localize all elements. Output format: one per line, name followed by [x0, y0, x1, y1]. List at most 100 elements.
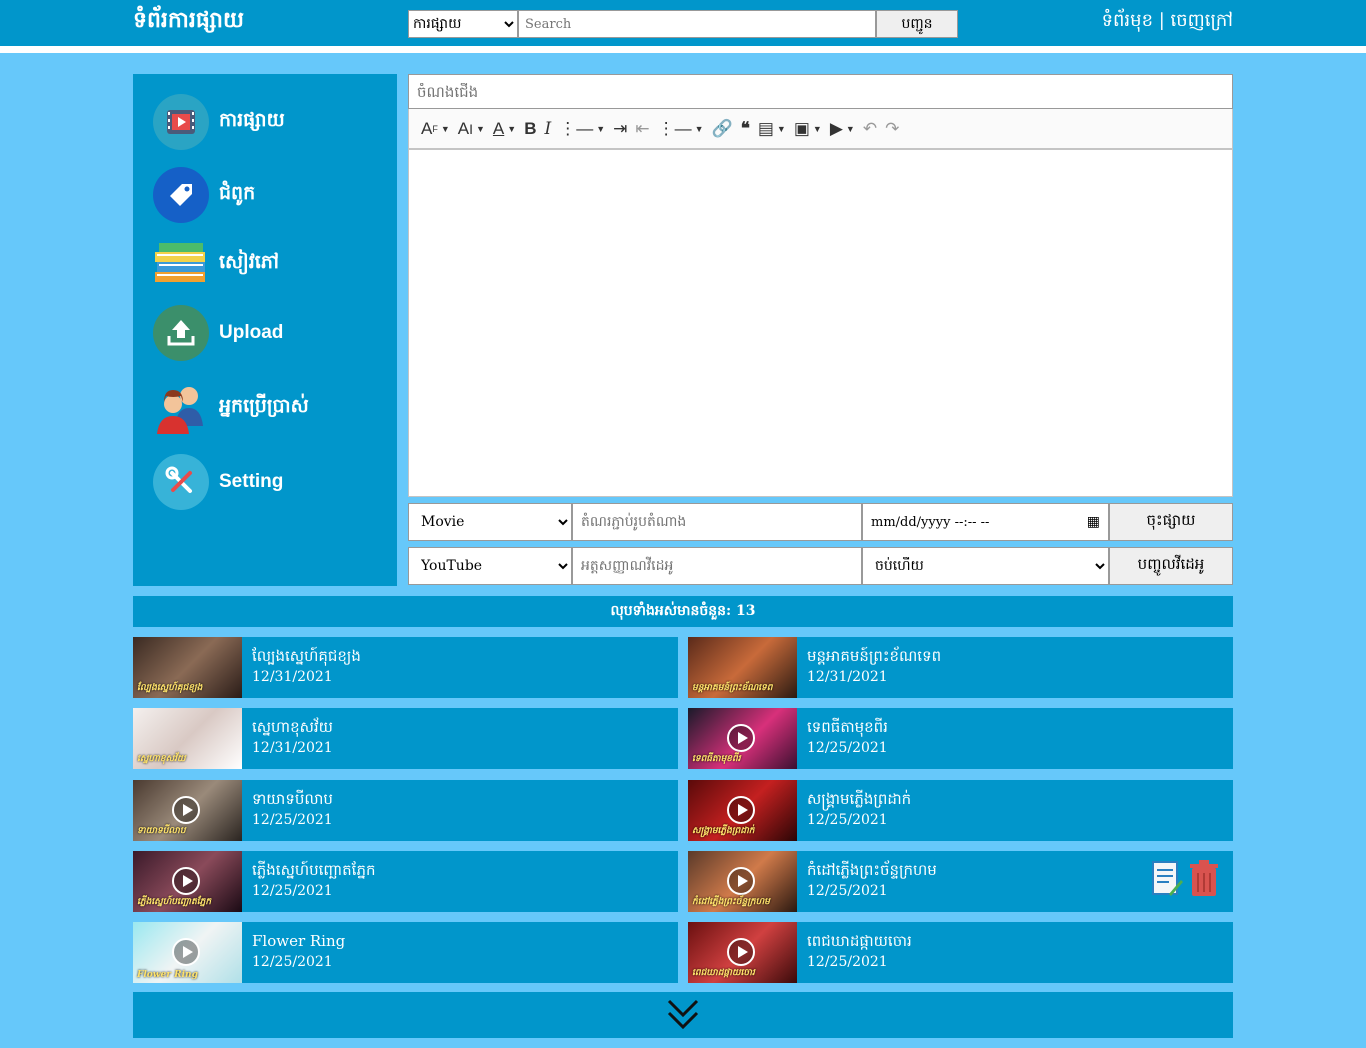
outdent-icon[interactable]: ⇤ — [631, 115, 653, 143]
video-card[interactable]: កំដៅភ្លើងព្រះច័ន្ទក្រហម កំដៅភ្លើងព្រះច័ន្… — [688, 850, 1233, 912]
bulleted-list-icon[interactable]: ⋮— ▼ — [555, 115, 609, 143]
sidebar-item-books[interactable]: សៀវភៅ — [153, 236, 279, 292]
video-title[interactable]: ល្បែងស្នេហ៍គុជខ្យង — [252, 647, 361, 669]
double-chevron-down-icon — [667, 999, 699, 1030]
sidebar-item-label: Upload — [219, 322, 284, 343]
edit-icon[interactable] — [1151, 860, 1183, 898]
indent-icon[interactable]: ⇥ — [609, 115, 631, 143]
sidebar-item-setting[interactable]: Setting — [153, 454, 283, 510]
status-select[interactable]: ចប់ហើយ — [862, 547, 1109, 585]
tag-icon — [153, 167, 209, 223]
play-icon — [172, 795, 200, 824]
video-title[interactable]: ទេពធីតាមុខពីរ — [807, 718, 888, 740]
post-count-bar[interactable]: លុបទាំងអស់មានចំនួន: 13 — [133, 596, 1233, 627]
video-date: 12/31/2021 — [252, 740, 333, 757]
sidebar-item-categories[interactable]: ជំពូក — [153, 167, 255, 223]
publish-button[interactable]: ចុះផ្សាយ — [1109, 503, 1233, 541]
video-card[interactable]: Flower Ring Flower Ring 12/25/2021 — [133, 922, 678, 984]
video-id-input[interactable] — [572, 547, 862, 585]
sidebar-item-label: ជំពូក — [219, 183, 256, 204]
video-title[interactable]: Flower Ring — [252, 932, 345, 950]
card-actions — [1151, 859, 1219, 898]
search-input[interactable] — [518, 10, 876, 38]
home-logout-links[interactable]: ទំព័រមុខ | ចេញក្រៅ — [1097, 8, 1233, 35]
video-source-select[interactable]: YouTube — [408, 547, 572, 585]
video-thumbnail[interactable]: ស្នេហាខុសវ័យ — [133, 708, 242, 770]
video-thumbnail[interactable]: ទេពធីតាមុខពីរ — [688, 708, 797, 770]
sidebar-item-upload[interactable]: Upload — [153, 305, 283, 361]
video-date: 12/25/2021 — [807, 882, 888, 899]
video-card[interactable]: ទេពធីតាមុខពីរ ទេពធីតាមុខពីរ 12/25/2021 — [688, 708, 1233, 770]
content-editor[interactable] — [408, 149, 1233, 497]
video-thumbnail[interactable]: Flower Ring — [133, 922, 242, 984]
navbar-divider — [0, 46, 1366, 53]
video-thumbnail[interactable]: កំដៅភ្លើងព្រះច័ន្ទក្រហម — [688, 850, 797, 912]
video-thumbnail[interactable]: សង្គ្រាមភ្លើងព្រដាក់ — [688, 779, 797, 841]
video-date: 12/25/2021 — [252, 811, 333, 828]
video-card[interactable]: ទាយាទបីលាប ទាយាទបីលាប 12/25/2021 — [133, 779, 678, 841]
video-thumbnail[interactable]: មន្តអាគមន៍ព្រះខ័ណទេព — [688, 637, 797, 698]
numbered-list-icon[interactable]: ⋮— ▼ — [654, 115, 708, 143]
thumbnail-caption: សង្គ្រាមភ្លើងព្រដាក់ — [692, 825, 755, 836]
italic-icon[interactable]: I — [540, 115, 555, 143]
undo-icon[interactable]: ↶ — [859, 115, 881, 143]
play-icon — [172, 866, 200, 895]
video-thumbnail[interactable]: ពេជឃាដផ្កាយចោរ — [688, 922, 797, 984]
video-card[interactable]: សង្គ្រាមភ្លើងព្រដាក់ សង្គ្រាមភ្លើងព្រដាក់… — [688, 779, 1233, 841]
post-title-input[interactable] — [408, 74, 1233, 109]
link-icon[interactable]: 🔗 — [708, 115, 737, 143]
image-icon[interactable]: ▣ ▼ — [790, 115, 826, 143]
video-date: 12/31/2021 — [807, 669, 888, 685]
calendar-icon[interactable]: ▦ — [1087, 514, 1100, 530]
search-button[interactable]: បញ្ជូន — [876, 10, 958, 38]
thumbnail-caption: ទេពធីតាមុខពីរ — [692, 754, 741, 765]
video-thumbnail[interactable]: ទាយាទបីលាប — [133, 779, 242, 841]
sidebar: ការផ្សាយ ជំពូក សៀវភៅ Upload អ្នកប្រើប្រា… — [133, 74, 397, 586]
play-icon — [172, 938, 200, 967]
load-more-button[interactable] — [133, 992, 1233, 1038]
video-title[interactable]: សង្គ្រាមភ្លើងព្រដាក់ — [807, 790, 911, 812]
source-icon[interactable]: ▤ ▼ — [754, 115, 790, 143]
video-title[interactable]: ស្នេហាខុសវ័យ — [252, 718, 333, 740]
blockquote-icon[interactable]: ❝ — [737, 115, 754, 143]
sidebar-item-posts[interactable]: ការផ្សាយ — [153, 94, 285, 150]
video-title[interactable]: ភ្លើងស្នេហ៍បញ្ឆោតភ្នែក — [252, 861, 376, 883]
media-icon[interactable]: ▶ ▼ — [826, 115, 859, 143]
video-title[interactable]: មន្តអាគមន៍ព្រះខ័ណទេព — [807, 647, 941, 669]
add-video-button[interactable]: បញ្ចូលវីដេអូ — [1109, 547, 1233, 585]
content-type-select[interactable]: Movie — [408, 503, 572, 541]
video-card[interactable]: ពេជឃាដផ្កាយចោរ ពេជឃាដផ្កាយចោរ 12/25/2021 — [688, 922, 1233, 984]
video-date: 12/25/2021 — [807, 954, 888, 971]
category-select[interactable]: ការផ្សាយ — [408, 10, 518, 38]
font-color-icon[interactable]: A ▼ — [489, 115, 520, 143]
publish-datetime-input[interactable]: mm/dd/yyyy --:-- -- ▦ — [862, 503, 1109, 541]
thumbnail-caption: ល្បែងស្នេហ៍គុជខ្យង — [137, 683, 203, 693]
play-icon — [727, 938, 755, 967]
editor-toolbar: A F ▼ A I ▼ A ▼ B I ⋮— ▼ ⇥ ⇤ ⋮— ▼ 🔗 ❝ ▤ ▼ ▣ ▼ ▶ ▼ … — [408, 109, 1233, 149]
sidebar-item-label: អ្នកប្រើប្រាស់ — [219, 396, 309, 417]
redo-icon[interactable]: ↷ — [881, 115, 903, 143]
thumbnail-url-input[interactable] — [572, 503, 862, 541]
video-card[interactable]: ល្បែងស្នេហ៍គុជខ្យង ល្បែងស្នេហ៍គុជខ្យង 12/3… — [133, 637, 678, 698]
font-size-icon[interactable]: A I ▼ — [454, 115, 489, 143]
video-card[interactable]: មន្តអាគមន៍ព្រះខ័ណទេព មន្តអាគមន៍ព្រះខ័ណទេព… — [688, 637, 1233, 698]
video-card[interactable]: ភ្លើងស្នេហ៍បញ្ឆោតភ្នែកភ្លើងស្នេហ៍បញ្ឆោតភ… — [133, 850, 678, 912]
delete-icon[interactable] — [1189, 859, 1219, 898]
sidebar-item-users[interactable]: អ្នកប្រើប្រាស់ — [153, 380, 309, 436]
thumbnail-caption: ទាយាទបីលាប — [137, 825, 186, 836]
video-thumbnail[interactable]: ភ្លើងស្នេហ៍បញ្ឆោតភ្នែក — [133, 850, 242, 912]
bold-icon[interactable]: B — [520, 115, 540, 143]
text-style-icon[interactable]: A F ▼ — [417, 115, 454, 143]
video-thumbnail[interactable]: ល្បែងស្នេហ៍គុជខ្យង — [133, 637, 242, 698]
video-title[interactable]: ពេជឃាដផ្កាយចោរ — [807, 932, 912, 954]
thumbnail-caption: Flower Ring — [137, 970, 198, 981]
thumbnail-caption: ស្នេហាខុសវ័យ — [137, 754, 186, 765]
video-title[interactable]: ទាយាទបីលាប — [252, 790, 333, 812]
thumbnail-caption: ភ្លើងស្នេហ៍បញ្ឆោតភ្នែក — [137, 896, 212, 907]
video-card[interactable]: ស្នេហាខុសវ័យ ស្នេហាខុសវ័យ 12/31/2021 — [133, 708, 678, 770]
site-title[interactable]: ទំព័រការផ្សាយ — [133, 6, 244, 38]
video-title[interactable]: កំដៅភ្លើងព្រះច័ន្ទក្រហម — [807, 861, 937, 883]
sidebar-item-label: Setting — [219, 471, 284, 492]
sidebar-item-label: សៀវភៅ — [219, 252, 279, 273]
tools-icon — [153, 454, 209, 510]
